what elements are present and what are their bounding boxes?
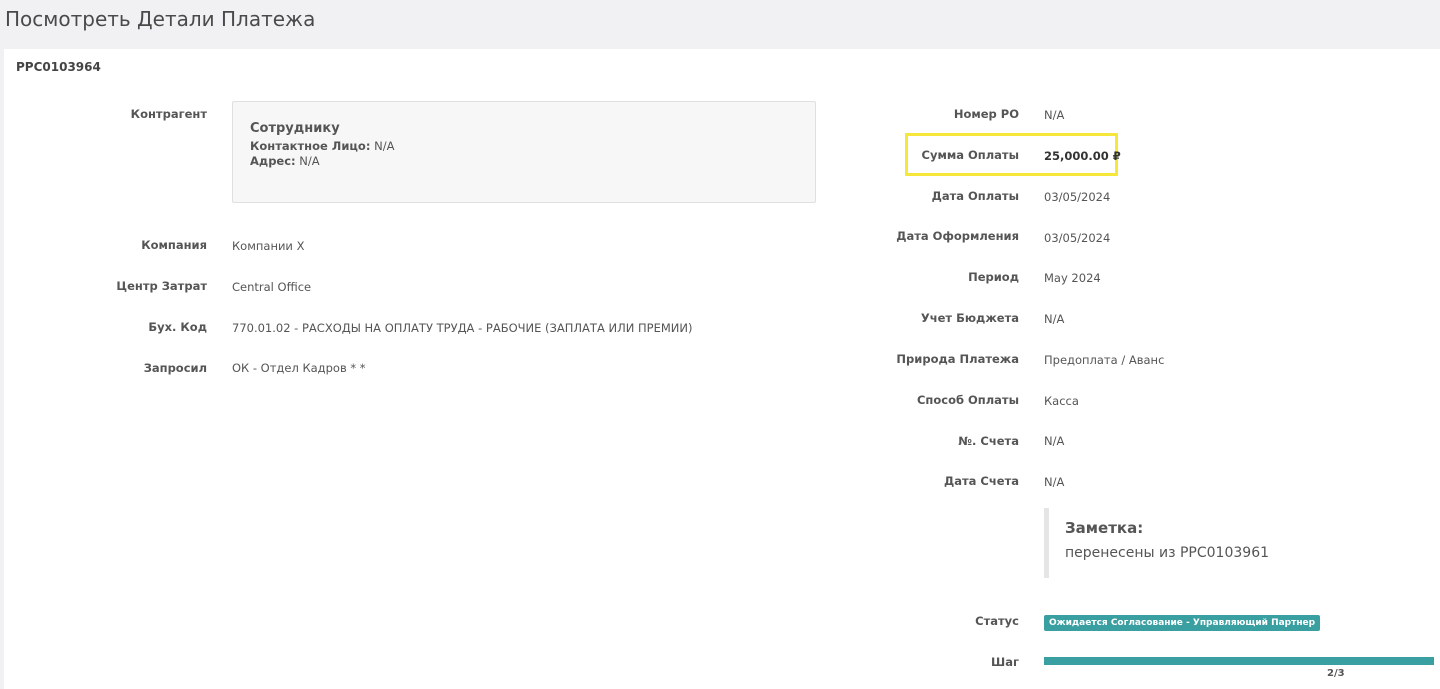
amount-label: Сумма Оплаты — [921, 148, 1019, 162]
payment-date-label: Дата Оплаты — [931, 189, 1019, 203]
payment-method-value: Касса — [1044, 394, 1079, 408]
company-label: Компания — [141, 238, 207, 252]
note-title: Заметка: — [1065, 519, 1144, 537]
requested-by-label: Запросил — [143, 361, 207, 375]
issue-date-value: 03/05/2024 — [1044, 231, 1111, 245]
issue-date-label: Дата Оформления — [896, 229, 1019, 243]
invoice-number-label: №. Счета — [958, 434, 1019, 448]
vendor-contact: Контактное Лицо: N/A — [250, 139, 394, 153]
invoice-date-label: Дата Счета — [944, 474, 1019, 488]
vendor-card: Сотруднику Контактное Лицо: N/A Адрес: N… — [232, 101, 816, 203]
vendor-address-label: Адрес: — [250, 154, 296, 168]
company-value: Компании X — [232, 239, 305, 253]
status-badge: Ожидается Согласование - Управляющий Пар… — [1044, 615, 1321, 631]
cost-center-label: Центр Затрат — [116, 279, 207, 293]
payment-reference: PPC0103964 — [16, 60, 101, 74]
note-block: Заметка: перенесены из PPC0103961 — [1044, 508, 1439, 578]
vendor-contact-label: Контактное Лицо: — [250, 139, 371, 153]
vendor-contact-value: N/A — [374, 139, 395, 153]
requested-by-value: ОК - Отдел Кадров * * — [232, 361, 366, 375]
payment-nature-label: Природа Платежа — [896, 352, 1019, 366]
po-number-value: N/A — [1044, 108, 1065, 122]
payment-method-label: Способ Оплаты — [916, 393, 1019, 407]
payment-nature-value: Предоплата / Аванс — [1044, 353, 1165, 367]
step-progress-fill — [1044, 657, 1434, 665]
page-title: Посмотреть Детали Платежа — [5, 7, 316, 31]
status-label: Статус — [975, 614, 1019, 628]
vendor-address: Адрес: N/A — [250, 154, 320, 168]
invoice-date-value: N/A — [1044, 475, 1065, 489]
vendor-label: Контрагент — [130, 107, 207, 121]
budget-label: Учет Бюджета — [920, 311, 1019, 325]
step-progress-text: 2/3 — [1327, 668, 1345, 679]
account-code-label: Бух. Код — [148, 320, 207, 334]
payment-details-panel: PPC0103964 Контрагент Сотруднику Контакт… — [4, 49, 1440, 689]
period-label: Период — [968, 270, 1019, 284]
invoice-number-value: N/A — [1044, 434, 1065, 448]
amount-value: 25,000.00 ₽ — [1044, 149, 1121, 163]
note-text: перенесены из PPC0103961 — [1065, 545, 1270, 561]
step-label: Шаг — [991, 655, 1019, 669]
po-number-label: Номер PO — [953, 107, 1019, 121]
budget-value: N/A — [1044, 312, 1065, 326]
payment-date-value: 03/05/2024 — [1044, 190, 1111, 204]
cost-center-value: Central Office — [232, 280, 312, 294]
period-value: May 2024 — [1044, 271, 1101, 285]
vendor-name: Сотруднику — [250, 121, 340, 136]
step-progress-bar — [1044, 657, 1434, 665]
account-code-value: 770.01.02 - РАСХОДЫ НА ОПЛАТУ ТРУДА - РА… — [232, 321, 693, 335]
vendor-address-value: N/A — [299, 154, 320, 168]
